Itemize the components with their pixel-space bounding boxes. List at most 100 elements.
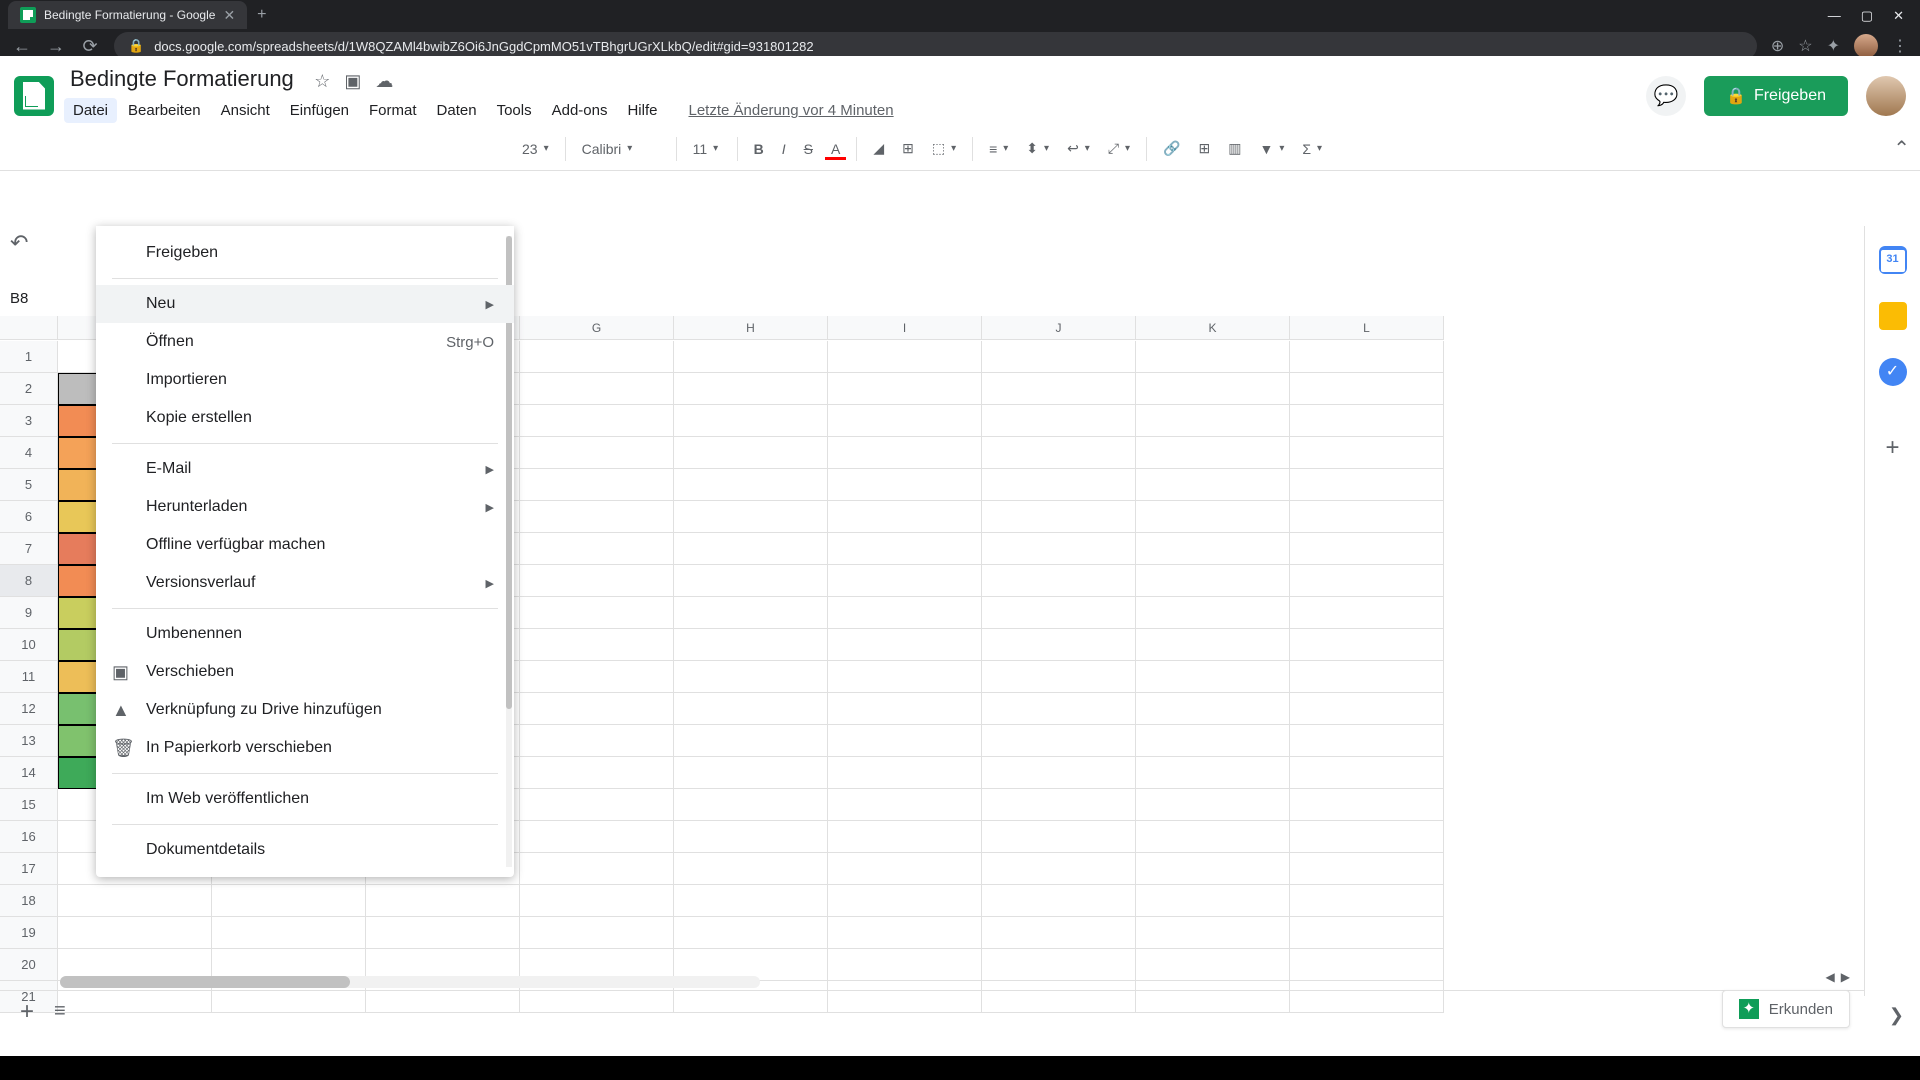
cell[interactable] xyxy=(520,405,674,437)
menu-import[interactable]: Importieren xyxy=(96,361,514,399)
cell[interactable] xyxy=(982,501,1136,533)
window-controls[interactable]: — ▢ ✕ xyxy=(1812,0,1920,32)
cell[interactable] xyxy=(674,757,828,789)
menu-offline[interactable]: Offline verfügbar machen xyxy=(96,526,514,564)
cell[interactable] xyxy=(1136,693,1290,725)
cell[interactable] xyxy=(520,885,674,917)
cell[interactable] xyxy=(828,373,982,405)
cell[interactable] xyxy=(1290,341,1444,373)
merge-cells-icon[interactable]: ⬚ xyxy=(926,136,962,161)
cell[interactable] xyxy=(1290,853,1444,885)
row-header[interactable]: 4 xyxy=(0,437,58,469)
cell[interactable] xyxy=(366,885,520,917)
cell[interactable] xyxy=(366,917,520,949)
menu-move[interactable]: ▣Verschieben xyxy=(96,653,514,691)
forward-icon[interactable]: → xyxy=(46,36,66,57)
move-folder-icon[interactable]: ▣ xyxy=(344,71,361,92)
row-header[interactable]: 15 xyxy=(0,789,58,821)
row-header[interactable]: 1 xyxy=(0,341,58,373)
v-align-icon[interactable]: ⬍ xyxy=(1020,136,1055,161)
all-sheets-icon[interactable]: ≡ xyxy=(54,1000,66,1023)
cell[interactable] xyxy=(982,405,1136,437)
cell[interactable] xyxy=(674,597,828,629)
cell[interactable] xyxy=(1290,405,1444,437)
cell[interactable] xyxy=(1136,405,1290,437)
filter-icon[interactable]: ▼ xyxy=(1253,137,1290,161)
rotate-icon[interactable]: ⤢ xyxy=(1102,136,1136,161)
row-header[interactable]: 9 xyxy=(0,597,58,629)
cell[interactable] xyxy=(1136,373,1290,405)
column-header[interactable]: I xyxy=(828,316,982,340)
cell[interactable] xyxy=(1290,565,1444,597)
menu-open[interactable]: ÖffnenStrg+O xyxy=(96,323,514,361)
cell[interactable] xyxy=(1290,629,1444,661)
menu-new[interactable]: Neu▶ xyxy=(96,285,514,323)
cell[interactable] xyxy=(828,821,982,853)
cell[interactable] xyxy=(1136,885,1290,917)
cell[interactable] xyxy=(828,853,982,885)
cell[interactable] xyxy=(1136,629,1290,661)
cell[interactable] xyxy=(982,661,1136,693)
cell[interactable] xyxy=(1136,949,1290,981)
column-header[interactable]: K xyxy=(1136,316,1290,340)
cell[interactable] xyxy=(520,725,674,757)
cell[interactable] xyxy=(674,725,828,757)
menu-share[interactable]: Freigeben xyxy=(96,234,514,272)
menu-file[interactable]: Datei xyxy=(64,98,117,123)
cell[interactable] xyxy=(674,885,828,917)
cell[interactable] xyxy=(520,341,674,373)
cell[interactable] xyxy=(1290,757,1444,789)
menu-format[interactable]: Format xyxy=(360,98,426,123)
cell[interactable] xyxy=(674,853,828,885)
fill-color-icon[interactable]: ◢ xyxy=(867,136,890,161)
cell[interactable] xyxy=(520,661,674,693)
cell[interactable] xyxy=(58,917,212,949)
cell[interactable] xyxy=(1290,661,1444,693)
cell[interactable] xyxy=(674,405,828,437)
cell[interactable] xyxy=(520,629,674,661)
cell[interactable] xyxy=(520,757,674,789)
cell[interactable] xyxy=(520,789,674,821)
cell[interactable] xyxy=(674,821,828,853)
cell[interactable] xyxy=(828,885,982,917)
horizontal-scrollbar[interactable] xyxy=(60,976,760,988)
cell[interactable] xyxy=(828,725,982,757)
cell[interactable] xyxy=(1136,533,1290,565)
cell[interactable] xyxy=(1136,789,1290,821)
cell[interactable] xyxy=(520,565,674,597)
cell[interactable] xyxy=(520,853,674,885)
cell[interactable] xyxy=(674,501,828,533)
bookmark-star-icon[interactable]: ☆ xyxy=(1798,36,1812,56)
functions-icon[interactable]: Σ xyxy=(1296,137,1328,161)
font-family-dropdown[interactable]: Calibri xyxy=(576,137,666,161)
row-header[interactable]: 20 xyxy=(0,949,58,981)
font-size-dropdown[interactable]: 11 xyxy=(687,137,727,161)
back-icon[interactable]: ← xyxy=(12,36,32,57)
cell[interactable] xyxy=(674,789,828,821)
cell[interactable] xyxy=(520,469,674,501)
add-addon-icon[interactable]: + xyxy=(1885,434,1899,462)
cell[interactable] xyxy=(828,597,982,629)
row-header[interactable]: 14 xyxy=(0,757,58,789)
cell[interactable] xyxy=(1290,789,1444,821)
column-header[interactable]: J xyxy=(982,316,1136,340)
row-header[interactable]: 13 xyxy=(0,725,58,757)
cell[interactable] xyxy=(828,949,982,981)
cell[interactable] xyxy=(1290,693,1444,725)
cell[interactable] xyxy=(674,917,828,949)
text-color-icon[interactable]: A xyxy=(825,137,846,160)
menu-help[interactable]: Hilfe xyxy=(618,98,666,123)
row-header[interactable]: 17 xyxy=(0,853,58,885)
menu-tools[interactable]: Tools xyxy=(488,98,541,123)
cell[interactable] xyxy=(982,789,1136,821)
borders-icon[interactable]: ⊞ xyxy=(896,136,920,161)
user-avatar[interactable] xyxy=(1866,76,1906,116)
star-icon[interactable]: ☆ xyxy=(314,71,330,92)
cell[interactable] xyxy=(212,885,366,917)
cell[interactable] xyxy=(674,629,828,661)
cell[interactable] xyxy=(982,757,1136,789)
bold-icon[interactable]: B xyxy=(748,137,770,161)
cell[interactable] xyxy=(828,629,982,661)
h-align-icon[interactable]: ≡ xyxy=(983,137,1014,161)
row-header[interactable]: 8 xyxy=(0,565,58,597)
